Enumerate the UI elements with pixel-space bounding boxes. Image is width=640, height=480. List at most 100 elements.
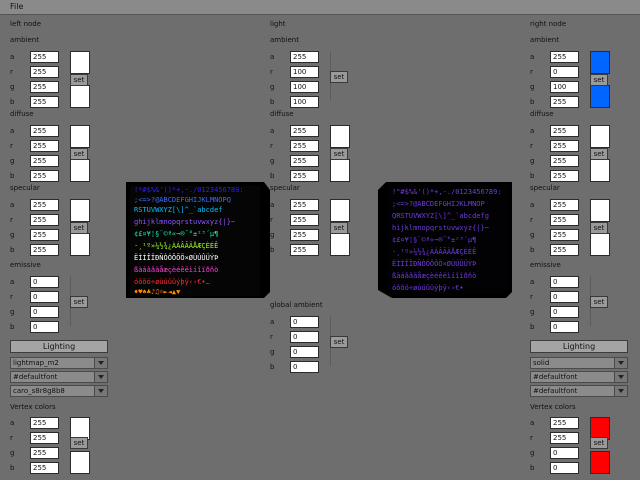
- right-specular-b-field[interactable]: 255: [550, 244, 579, 256]
- light-global-g-field[interactable]: 0: [290, 346, 319, 358]
- left-vertex-a-field[interactable]: 255: [30, 417, 59, 429]
- right-specular-a-field[interactable]: 255: [550, 199, 579, 211]
- light-specular-a-field[interactable]: 255: [290, 199, 319, 211]
- left-vertex-colors-label: Vertex colors: [10, 403, 56, 411]
- left-select-lightmap-value: lightmap_m2: [13, 359, 59, 367]
- left-ambient-b-field[interactable]: 255: [30, 96, 59, 108]
- right-emissive-g-field[interactable]: 0: [550, 306, 579, 318]
- svg-text:ËÌÍÎÏÐÑÒÓÔÕÖ×ØÙÚÛÜÝÞ: ËÌÍÎÏÐÑÒÓÔÕÖ×ØÙÚÛÜÝÞ: [134, 253, 218, 262]
- left-ambient-a-field[interactable]: 255: [30, 51, 59, 63]
- right-specular-g-field[interactable]: 255: [550, 229, 579, 241]
- left-specular-set-button[interactable]: set: [70, 222, 88, 234]
- left-diffuse-a-field[interactable]: 255: [30, 125, 59, 137]
- svg-text:óôõö÷øùúûüýþÿ‹›€•: óôõö÷øùúûüýþÿ‹›€•: [392, 284, 464, 292]
- light-specular-r-field[interactable]: 255: [290, 214, 319, 226]
- left-diffuse-g-field[interactable]: 255: [30, 155, 59, 167]
- left-specular-a-field[interactable]: 255: [30, 199, 59, 211]
- left-ambient-r-label: r: [10, 68, 13, 76]
- left-select-font[interactable]: #defaultfont: [10, 371, 108, 383]
- right-diffuse-a-field[interactable]: 255: [550, 125, 579, 137]
- light-ambient-a-field[interactable]: 255: [290, 51, 319, 63]
- left-emissive-set-button[interactable]: set: [70, 296, 88, 308]
- right-diffuse-b-field[interactable]: 255: [550, 170, 579, 182]
- menu-file[interactable]: File: [10, 2, 23, 11]
- svg-text:ßàáâãäåæçèéêëìíîïðñò: ßàáâãäåæçèéêëìíîïðñò: [134, 265, 218, 274]
- light-diffuse-b-field[interactable]: 255: [290, 170, 319, 182]
- left-emissive-label: emissive: [10, 261, 41, 269]
- left-specular-r-field[interactable]: 255: [30, 214, 59, 226]
- right-vertex-r-field[interactable]: 255: [550, 432, 579, 444]
- left-vertex-set-button[interactable]: set: [70, 437, 88, 449]
- light-specular-set-button[interactable]: set: [330, 222, 348, 234]
- right-specular-set-button[interactable]: set: [590, 222, 608, 234]
- right-emissive-set-button[interactable]: set: [590, 296, 608, 308]
- left-emissive-a-field[interactable]: 0: [30, 276, 59, 288]
- light-global-b-field[interactable]: 0: [290, 361, 319, 373]
- light-diffuse-label: diffuse: [270, 110, 294, 118]
- left-select-texture[interactable]: caro_s8r8g8b8: [10, 385, 108, 397]
- left-ambient-g-field[interactable]: 255: [30, 81, 59, 93]
- right-select-font-2[interactable]: #defaultfont: [530, 385, 628, 397]
- left-ambient-preview-top: [70, 51, 90, 74]
- light-global-ambient-label: global ambient: [270, 301, 323, 309]
- light-ambient-b-field[interactable]: 100: [290, 96, 319, 108]
- chevron-down-icon: [614, 372, 627, 382]
- left-vertex-b-field[interactable]: 255: [30, 462, 59, 474]
- left-specular-g-field[interactable]: 255: [30, 229, 59, 241]
- right-ambient-a-field[interactable]: 255: [550, 51, 579, 63]
- right-vertex-set-button[interactable]: set: [590, 437, 608, 449]
- left-lighting-button[interactable]: Lighting: [10, 340, 108, 353]
- right-diffuse-g-field[interactable]: 255: [550, 155, 579, 167]
- light-specular-b-field[interactable]: 255: [290, 244, 319, 256]
- right-emissive-b-field[interactable]: 0: [550, 321, 579, 333]
- left-specular-preview-top: [70, 199, 90, 222]
- right-vertex-b-field[interactable]: 0: [550, 462, 579, 474]
- left-emissive-g-field[interactable]: 0: [30, 306, 59, 318]
- light-diffuse-r-field[interactable]: 255: [290, 140, 319, 152]
- light-global-set-button[interactable]: set: [330, 336, 348, 348]
- light-ambient-set-button[interactable]: set: [330, 71, 348, 83]
- left-ambient-set-button[interactable]: set: [70, 74, 88, 86]
- right-select-font-2-value: #defaultfont: [533, 387, 578, 395]
- right-ambient-b-field[interactable]: 255: [550, 96, 579, 108]
- right-diffuse-set-button[interactable]: set: [590, 148, 608, 160]
- left-vertex-g-field[interactable]: 255: [30, 447, 59, 459]
- light-global-a-field[interactable]: 0: [290, 316, 319, 328]
- left-diffuse-set-button[interactable]: set: [70, 148, 88, 160]
- svg-text:ßàáâãäåæçèéêëìíîïðñò: ßàáâãäåæçèéêëìíîïðñò: [392, 271, 476, 280]
- left-diffuse-b-field[interactable]: 255: [30, 170, 59, 182]
- light-ambient-r-field[interactable]: 100: [290, 66, 319, 78]
- light-diffuse-set-button[interactable]: set: [330, 148, 348, 160]
- right-emissive-a-field[interactable]: 0: [550, 276, 579, 288]
- left-select-lightmap[interactable]: lightmap_m2: [10, 357, 108, 369]
- right-vertex-g-field[interactable]: 0: [550, 447, 579, 459]
- svg-text:·¸¹º»¼½¾¿ÀÁÂÃÄÅÆÇÈÉÊ: ·¸¹º»¼½¾¿ÀÁÂÃÄÅÆÇÈÉÊ: [392, 247, 476, 256]
- left-specular-b-field[interactable]: 255: [30, 244, 59, 256]
- right-lighting-button[interactable]: Lighting: [530, 340, 628, 353]
- right-specular-r-field[interactable]: 255: [550, 214, 579, 226]
- light-diffuse-g-field[interactable]: 255: [290, 155, 319, 167]
- right-diffuse-r-field[interactable]: 255: [550, 140, 579, 152]
- left-emissive-b-field[interactable]: 0: [30, 321, 59, 333]
- left-vertex-r-field[interactable]: 255: [30, 432, 59, 444]
- light-diffuse-a-field[interactable]: 255: [290, 125, 319, 137]
- light-global-r-field[interactable]: 0: [290, 331, 319, 343]
- svg-text:!"#$%&'()*+,-./0123456789:: !"#$%&'()*+,-./0123456789:: [392, 188, 502, 196]
- right-select-font-1[interactable]: #defaultfont: [530, 371, 628, 383]
- right-emissive-r-field[interactable]: 0: [550, 291, 579, 303]
- right-vertex-a-field[interactable]: 255: [550, 417, 579, 429]
- right-select-material[interactable]: solid: [530, 357, 628, 369]
- right-ambient-g-field[interactable]: 100: [550, 81, 579, 93]
- right-ambient-label: ambient: [530, 36, 559, 44]
- svg-text:ghijklmnopqrstuvwxyz{|}~: ghijklmnopqrstuvwxyz{|}~: [134, 218, 235, 226]
- left-emissive-r-field[interactable]: 0: [30, 291, 59, 303]
- right-ambient-set-button[interactable]: set: [590, 74, 608, 86]
- menu-bar: File: [0, 0, 640, 15]
- light-specular-g-field[interactable]: 255: [290, 229, 319, 241]
- light-specular-preview-top: [330, 199, 350, 222]
- left-ambient-r-field[interactable]: 255: [30, 66, 59, 78]
- left-diffuse-r-field[interactable]: 255: [30, 140, 59, 152]
- left-select-font-value: #defaultfont: [13, 373, 58, 381]
- right-ambient-r-field[interactable]: 0: [550, 66, 579, 78]
- light-ambient-g-field[interactable]: 100: [290, 81, 319, 93]
